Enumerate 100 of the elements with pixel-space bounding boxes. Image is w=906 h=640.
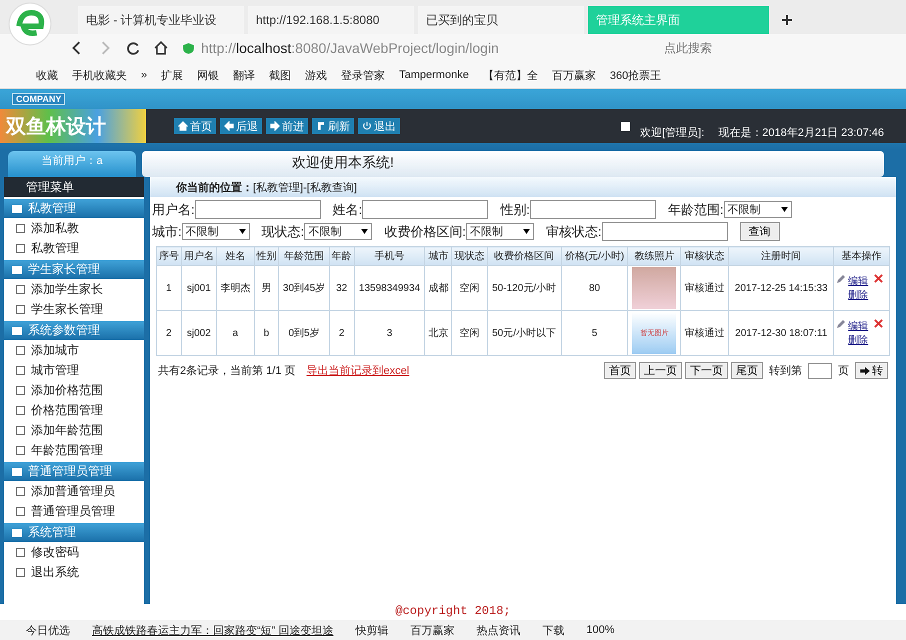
menu-group-header[interactable]: 系统参数管理 <box>4 321 144 340</box>
table-cell: 空闲 <box>452 266 488 310</box>
photo-placeholder <box>632 267 676 309</box>
caret-icon <box>238 229 246 234</box>
dropdown[interactable]: 不限制 <box>182 223 250 240</box>
browser-tab[interactable]: http://192.168.1.5:8080 <box>248 6 414 34</box>
menu-item[interactable]: 普通管理员管理 <box>4 501 144 521</box>
dropdown[interactable]: 不限制 <box>304 223 372 240</box>
bookmark-item[interactable]: 360抢票王 <box>610 68 662 82</box>
column-header: 价格(元/小时) <box>561 246 628 266</box>
page-button[interactable]: 首页 <box>604 362 636 379</box>
bookmark-item[interactable]: 游戏 <box>305 68 328 82</box>
home-icon[interactable] <box>154 41 168 55</box>
menu-group-header[interactable]: 学生家长管理 <box>4 260 144 279</box>
menu-group-header[interactable]: 私教管理 <box>4 199 144 218</box>
delete-link[interactable]: 删除 <box>848 288 868 302</box>
menu-item[interactable]: 添加私教 <box>4 218 144 238</box>
input-field[interactable] <box>530 200 656 219</box>
caret-icon <box>780 207 788 212</box>
address-field[interactable]: http://localhost:8080/JavaWebProject/login/login <box>182 37 648 59</box>
menu-item[interactable]: 添加城市 <box>4 340 144 360</box>
page-button[interactable]: 上一页 <box>639 362 682 379</box>
nav-button[interactable]: 退出 <box>358 118 400 134</box>
menu-item[interactable]: 价格范围管理 <box>4 400 144 420</box>
menu-item[interactable]: 城市管理 <box>4 360 144 380</box>
table-cell: 50-120元/小时 <box>487 266 562 310</box>
menu-item[interactable]: 退出系统 <box>4 562 144 582</box>
nav-button[interactable]: 前进 <box>266 118 308 134</box>
bookmark-item[interactable]: 【有范】全 <box>482 68 538 82</box>
browser-tab[interactable]: 已买到的宝贝 <box>418 6 584 34</box>
browser-tab[interactable]: 电影 - 计算机专业毕业设 <box>78 6 244 34</box>
search-field[interactable]: 点此搜索 <box>662 37 896 59</box>
table-cell: sj002 <box>181 310 217 356</box>
nav-button[interactable]: 后退 <box>220 118 262 134</box>
dropdown[interactable]: 不限制 <box>724 201 792 218</box>
column-header: 性别 <box>254 246 279 266</box>
dropdown[interactable]: 不限制 <box>466 223 534 240</box>
table-cell: 空闲 <box>452 310 488 356</box>
nav-button[interactable]: 刷新 <box>312 118 354 134</box>
column-header: 现状态 <box>452 246 488 266</box>
search-button[interactable]: 查询 <box>740 222 780 241</box>
reload-icon[interactable] <box>126 41 140 55</box>
edit-link[interactable]: 编辑 <box>848 319 868 333</box>
input-field[interactable] <box>602 222 728 241</box>
export-link[interactable]: 导出当前记录到excel <box>306 363 410 378</box>
bookmark-item[interactable]: 百万赢家 <box>552 68 596 82</box>
menu-item[interactable]: 学生家长管理 <box>4 299 144 319</box>
pencil-icon <box>836 319 846 329</box>
welcome-text: 欢迎[管理员]: <box>640 126 704 140</box>
bookmark-item[interactable]: Tampermonke <box>399 69 469 81</box>
delete-link[interactable]: 删除 <box>848 333 868 347</box>
delete-icon[interactable] <box>874 274 884 283</box>
bookmark-item[interactable]: 翻译 <box>233 68 256 82</box>
copyright-text: @copyright 2018; <box>394 604 512 620</box>
status-bar-item[interactable]: 100% <box>586 624 615 636</box>
page-button[interactable]: 下一页 <box>685 362 728 379</box>
edit-link[interactable]: 编辑 <box>848 274 868 288</box>
menu-item[interactable]: 添加学生家长 <box>4 279 144 299</box>
column-header: 基本操作 <box>834 246 890 266</box>
square-icon <box>621 122 630 130</box>
delete-icon[interactable] <box>874 319 884 328</box>
bookmark-item[interactable]: 扩展 <box>161 68 184 82</box>
input-field[interactable] <box>194 200 321 219</box>
breadcrumb: 你当前的位置：[私教管理]-[私教查询] <box>150 177 896 197</box>
menu-group-header[interactable]: 系统管理 <box>4 523 144 542</box>
menu-item[interactable]: 添加价格范围 <box>4 380 144 400</box>
bookmark-item[interactable]: 登录管家 <box>341 68 386 82</box>
page-input[interactable] <box>808 362 832 378</box>
table-cell: 男 <box>254 266 279 310</box>
bookmark-item[interactable]: 截图 <box>269 68 292 82</box>
caret-icon <box>361 229 368 234</box>
bookmark-item[interactable]: 手机收藏夹 <box>72 68 127 82</box>
page-button[interactable]: 尾页 <box>731 362 763 379</box>
status-bar-item[interactable]: 快剪辑 <box>355 622 388 638</box>
menu-item[interactable]: 添加普通管理员 <box>4 481 144 501</box>
page-unit-label: 页 <box>838 364 849 378</box>
menu-item[interactable]: 添加年龄范围 <box>4 420 144 440</box>
menu-group-header[interactable]: 普通管理员管理 <box>4 462 144 481</box>
table-cell: 3 <box>354 310 425 356</box>
table-cell: 5 <box>561 310 628 356</box>
status-bar-item[interactable]: 百万赢家 <box>410 622 454 638</box>
menu-item[interactable]: 年龄范围管理 <box>4 440 144 460</box>
company-badge: COMPANY <box>12 93 66 105</box>
status-bar-item[interactable]: 热点资讯 <box>476 622 520 638</box>
table-cell: 32 <box>329 266 354 310</box>
bookmark-item[interactable]: 网银 <box>197 68 220 82</box>
status-bar-item[interactable]: 高铁成铁路春运主力军：回家路变“短” 回途变坦途 <box>92 622 334 638</box>
nav-button[interactable]: 首页 <box>174 118 216 134</box>
menu-item[interactable]: 私教管理 <box>4 238 144 258</box>
input-field[interactable] <box>362 200 488 219</box>
table-cell: 2 <box>329 310 354 356</box>
status-bar-item[interactable]: 下载 <box>542 622 564 638</box>
bookmark-item[interactable]: » <box>141 69 148 81</box>
arrow-right-icon <box>270 121 280 131</box>
bookmark-item[interactable]: 收藏 <box>36 68 58 82</box>
menu-item[interactable]: 修改密码 <box>4 542 144 562</box>
table-cell: 50元/小时以下 <box>487 310 562 356</box>
go-button[interactable]: 转 <box>855 362 888 379</box>
filter-label: 城市: <box>152 222 182 240</box>
status-bar-item[interactable]: 今日优选 <box>26 622 70 638</box>
